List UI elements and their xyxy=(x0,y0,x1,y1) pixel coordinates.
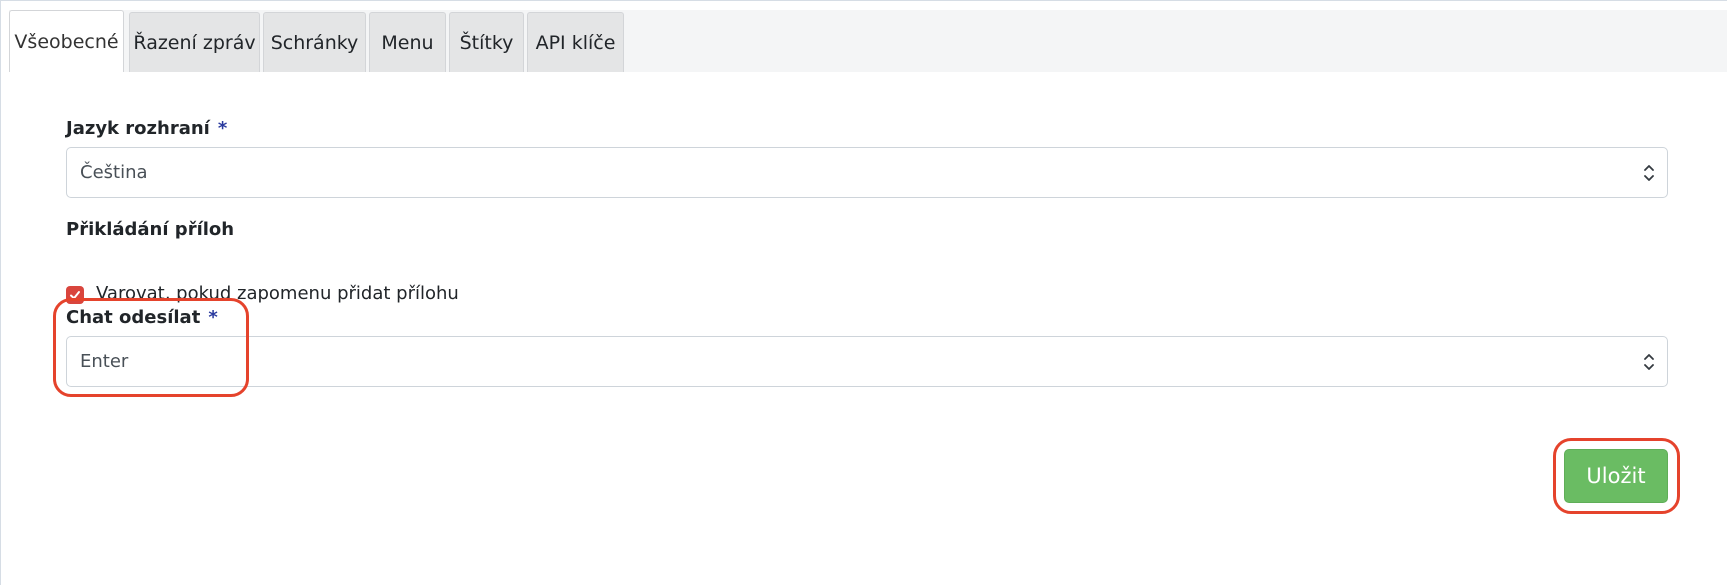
chevron-up-down-icon xyxy=(1644,165,1654,181)
language-select-value: Čeština xyxy=(80,162,148,183)
tab-message-sorting[interactable]: Řazení zpráv xyxy=(129,12,260,72)
check-icon xyxy=(70,290,80,299)
chat-send-label-text: Chat odesílat xyxy=(66,307,201,328)
attachments-label: Přikládání příloh xyxy=(66,219,235,240)
attachment-warning-label[interactable]: Varovat, pokud zapomenu přidat přílohu xyxy=(96,283,459,304)
tab-api-keys[interactable]: API klíče xyxy=(527,12,624,72)
chevron-up-down-icon xyxy=(1644,354,1654,370)
language-label: Jazyk rozhraní * xyxy=(66,118,227,139)
tab-labels[interactable]: Štítky xyxy=(449,12,524,72)
attachment-warning-checkbox[interactable] xyxy=(66,285,84,304)
chat-send-select-value: Enter xyxy=(80,351,129,372)
tab-general[interactable]: Všeobecné xyxy=(9,10,124,73)
settings-page: Všeobecné Řazení zpráv Schránky Menu Ští… xyxy=(0,0,1727,586)
tab-mailboxes[interactable]: Schránky xyxy=(263,12,366,72)
attachment-warning-row: Varovat, pokud zapomenu přidat přílohu xyxy=(66,283,459,304)
required-mark: * xyxy=(217,118,228,139)
general-settings-panel: Jazyk rozhraní * Čeština Přikládání přílo… xyxy=(9,72,1727,586)
tab-menu[interactable]: Menu xyxy=(369,12,446,72)
required-mark: * xyxy=(208,307,218,328)
tab-bar: Všeobecné Řazení zpráv Schránky Menu Ští… xyxy=(9,10,1727,73)
language-label-text: Jazyk rozhraní xyxy=(66,118,210,139)
language-select[interactable]: Čeština xyxy=(66,147,1668,198)
save-button[interactable]: Uložit xyxy=(1564,449,1668,503)
chat-send-label: Chat odesílat * xyxy=(66,307,218,328)
chat-send-select[interactable]: Enter xyxy=(66,336,1668,387)
